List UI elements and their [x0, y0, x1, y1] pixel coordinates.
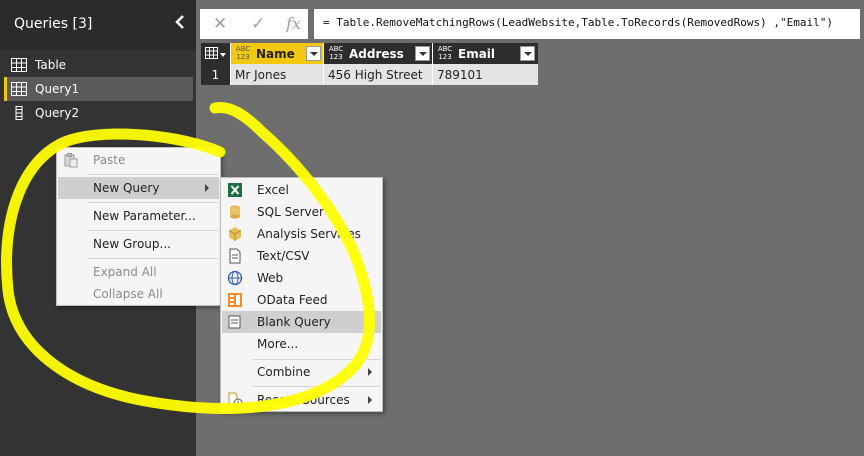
table-icon: [11, 58, 27, 72]
menu-separator: [87, 174, 218, 175]
submenu-arrow-icon: [368, 396, 372, 404]
submenu-item-blank-query[interactable]: Blank Query: [222, 311, 381, 333]
paste-icon: [64, 153, 78, 168]
context-menu: Paste New Query New Parameter... New Gro…: [56, 147, 221, 306]
menu-item-new-group[interactable]: New Group...: [58, 233, 219, 255]
data-grid: ABC 123 Name ABC 123 Address ABC 123 Email …: [201, 43, 538, 85]
menu-item-label: Text/CSV: [257, 249, 310, 263]
recent-sources-icon: [228, 392, 243, 408]
document-icon: [229, 248, 241, 264]
menu-item-new-parameter[interactable]: New Parameter...: [58, 205, 219, 227]
menu-item-label: Paste: [93, 153, 126, 167]
column-filter-dropdown[interactable]: [520, 46, 535, 61]
database-icon: [230, 205, 240, 219]
row-number[interactable]: 1: [201, 64, 230, 85]
check-icon[interactable]: ✓: [251, 14, 265, 34]
formula-text: = Table.RemoveMatchingRows(LeadWebsite,T…: [323, 16, 833, 29]
menu-item-label: Blank Query: [257, 315, 331, 329]
table-icon: [11, 82, 27, 96]
fx-icon[interactable]: fx: [286, 14, 301, 33]
query-item-label: Query2: [35, 106, 80, 120]
column-filter-dropdown[interactable]: [306, 46, 321, 61]
queries-pane-header: Queries [3]: [0, 0, 196, 50]
menu-separator: [87, 258, 218, 259]
submenu-item-odata-feed[interactable]: OData Feed: [222, 289, 381, 311]
odata-icon: [228, 293, 242, 307]
type-badge: ABC 123: [437, 45, 453, 61]
column-header-label: Address: [349, 47, 404, 61]
submenu-item-excel[interactable]: Excel: [222, 179, 381, 201]
menu-item-label: New Query: [93, 181, 160, 195]
excel-icon: [228, 183, 242, 197]
menu-item-expand-all[interactable]: Expand All: [58, 261, 219, 283]
submenu-arrow-icon: [368, 368, 372, 376]
cube-icon: [228, 227, 242, 241]
type-badge: ABC 123: [328, 45, 344, 61]
menu-item-paste[interactable]: Paste: [58, 149, 219, 171]
submenu-item-more[interactable]: More...: [222, 333, 381, 355]
submenu-item-web[interactable]: Web: [222, 267, 381, 289]
menu-item-label: New Group...: [93, 237, 171, 251]
menu-separator: [253, 359, 380, 360]
query-item-table[interactable]: Table: [4, 53, 193, 77]
type-badge: ABC 123: [235, 45, 251, 61]
menu-item-label: Collapse All: [93, 287, 163, 301]
table-cell[interactable]: Mr Jones: [231, 64, 323, 85]
column-filter-dropdown[interactable]: [415, 46, 430, 61]
collapse-pane-button[interactable]: [174, 14, 190, 34]
formula-bar: ✕ ✓ fx = Table.RemoveMatchingRows(LeadWe…: [200, 9, 860, 39]
queries-pane-title: Queries [3]: [14, 16, 93, 32]
menu-item-label: More...: [257, 337, 299, 351]
query-item-label: Table: [35, 58, 67, 72]
submenu-item-analysis-services[interactable]: Analysis Services: [222, 223, 381, 245]
column-header-address[interactable]: ABC 123 Address: [324, 43, 432, 64]
menu-item-label: OData Feed: [257, 293, 328, 307]
submenu-item-recent-sources[interactable]: Recent Sources: [222, 389, 381, 411]
column-header-label: Email: [458, 47, 496, 61]
power-query-editor: Queries [3] Table Query1 Query2 ✕ ✓ fx =…: [0, 0, 864, 456]
menu-item-label: Combine: [257, 365, 311, 379]
menu-separator: [87, 230, 218, 231]
menu-item-label: SQL Server: [257, 205, 324, 219]
menu-item-label: Excel: [257, 183, 289, 197]
query-item-query1[interactable]: Query1: [4, 77, 193, 101]
menu-item-label: New Parameter...: [93, 209, 196, 223]
query-item-query2[interactable]: Query2: [4, 101, 193, 125]
new-query-submenu: Excel SQL Server Analysis Services Text/…: [220, 177, 383, 412]
formula-bar-buttons: ✕ ✓ fx: [200, 9, 308, 39]
submenu-item-combine[interactable]: Combine: [222, 361, 381, 383]
column-header-email[interactable]: ABC 123 Email: [433, 43, 538, 64]
menu-item-label: Recent Sources: [257, 393, 350, 407]
submenu-arrow-icon: [205, 184, 209, 192]
menu-item-label: Analysis Services: [257, 227, 361, 241]
table-cell[interactable]: 456 High Street: [324, 64, 432, 85]
column-header-label: Name: [256, 47, 295, 61]
menu-separator: [87, 202, 218, 203]
menu-item-collapse-all[interactable]: Collapse All: [58, 283, 219, 305]
chevron-left-icon: [175, 15, 184, 29]
query-item-label: Query1: [35, 82, 80, 96]
list-icon: [15, 106, 23, 120]
menu-item-label: Expand All: [93, 265, 157, 279]
table-menu-button[interactable]: [201, 43, 230, 64]
globe-icon: [227, 270, 243, 286]
blank-query-icon: [228, 315, 241, 329]
submenu-item-sql-server[interactable]: SQL Server: [222, 201, 381, 223]
table-cell[interactable]: 789101: [433, 64, 538, 85]
table-menu-icon: [205, 47, 226, 59]
menu-separator: [253, 386, 380, 387]
column-header-name[interactable]: ABC 123 Name: [231, 43, 323, 64]
formula-input[interactable]: = Table.RemoveMatchingRows(LeadWebsite,T…: [314, 9, 860, 39]
x-icon[interactable]: ✕: [213, 14, 227, 34]
menu-item-new-query[interactable]: New Query: [58, 177, 219, 199]
submenu-item-text-csv[interactable]: Text/CSV: [222, 245, 381, 267]
menu-item-label: Web: [257, 271, 284, 285]
